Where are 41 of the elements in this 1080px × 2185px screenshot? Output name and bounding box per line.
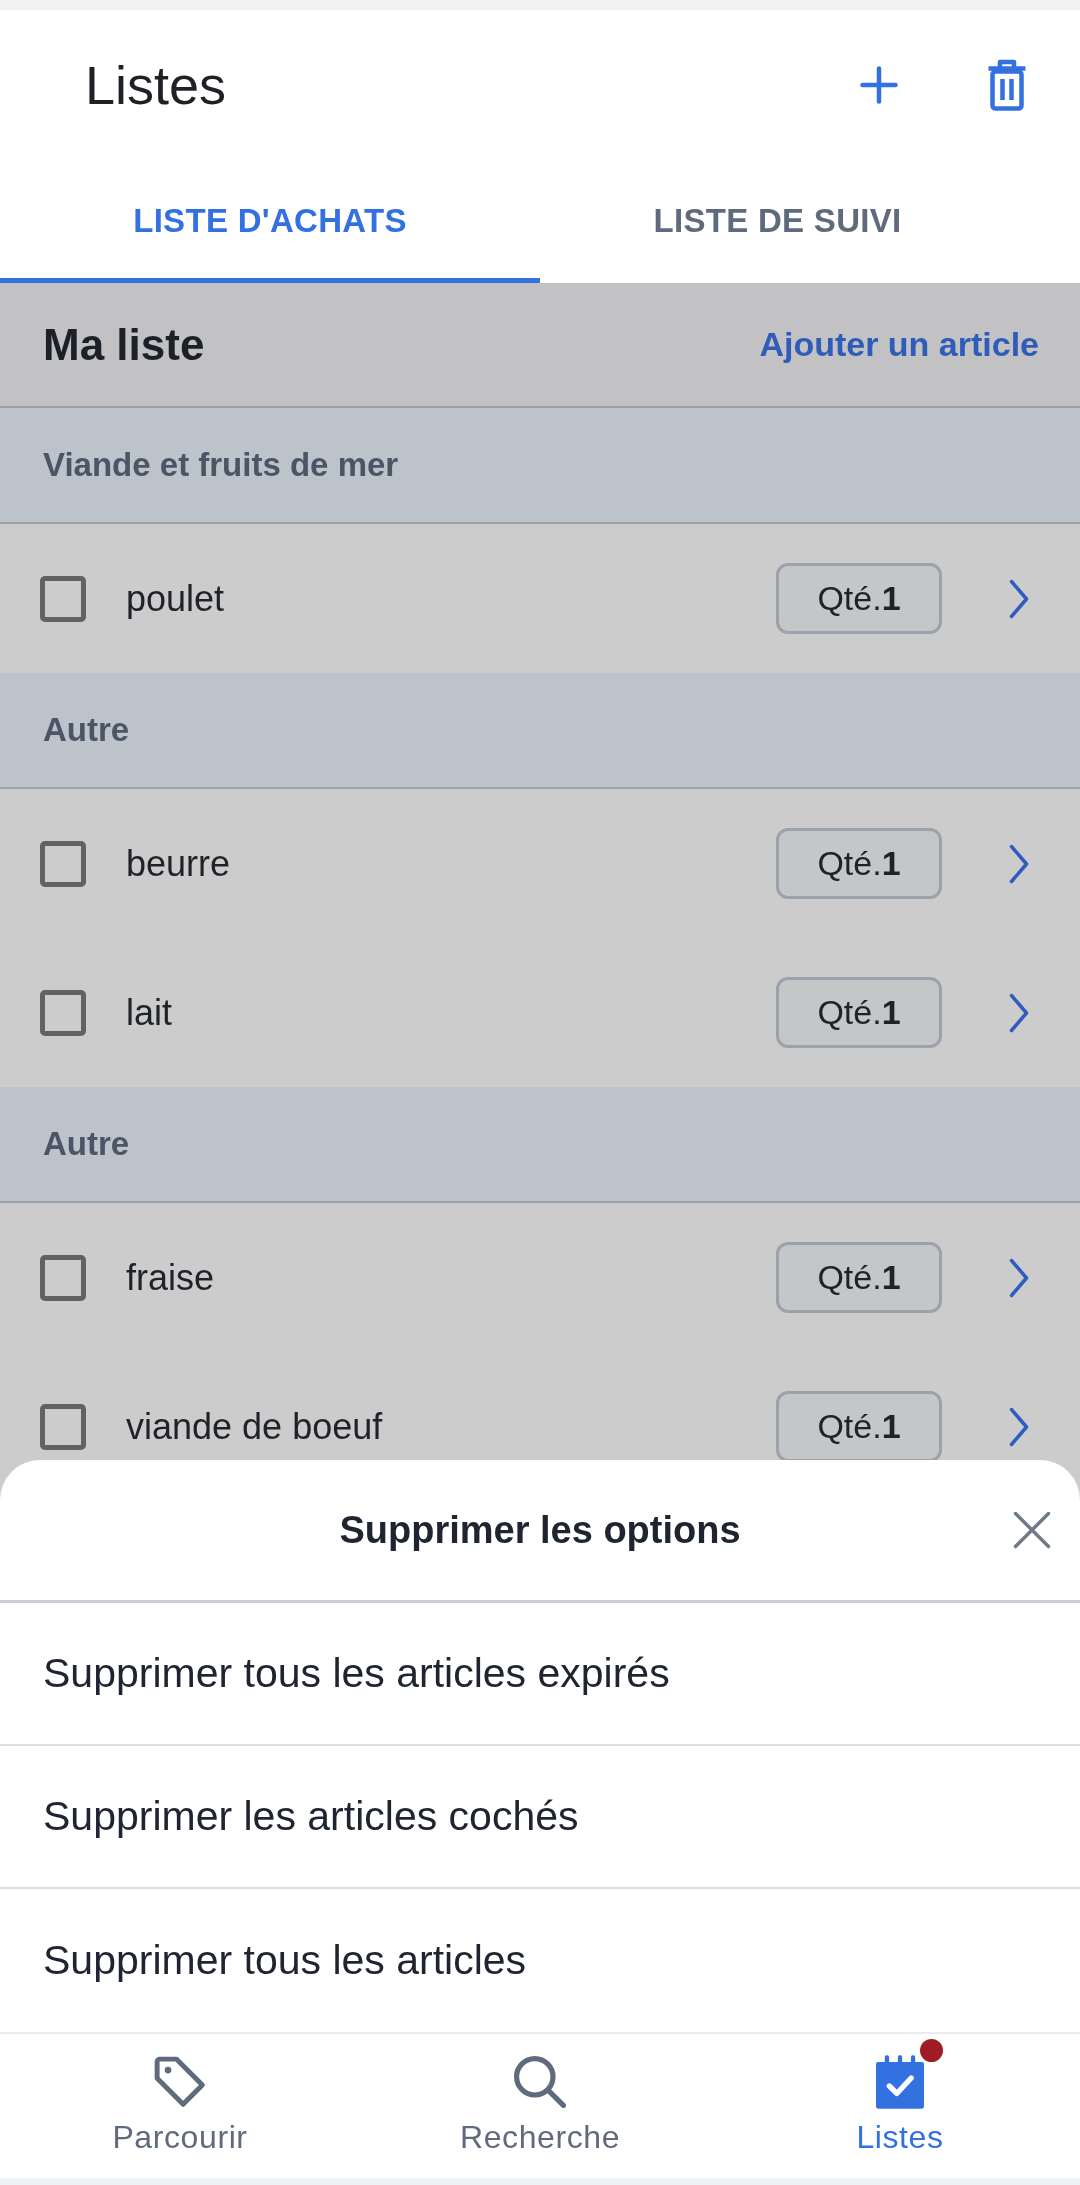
list-title: Ma liste [43,319,205,370]
checkbox[interactable] [40,1403,86,1450]
checkbox[interactable] [40,840,86,887]
item-name: viande de boeuf [126,1405,384,1448]
checkbox[interactable] [40,1254,86,1301]
list-item-row[interactable]: poulet Qté.1 [0,524,1080,673]
sheet-title: Supprimer les options [339,1508,741,1552]
tab[interactable]: LISTE DE SUIVI [540,160,1015,283]
chevron-right-icon[interactable] [1009,1257,1029,1298]
search-icon [514,2056,566,2108]
category-header: Viande et fruits de mer [0,408,1080,524]
checkbox[interactable] [40,575,86,622]
chevron-right-icon[interactable] [1009,992,1029,1033]
quantity-button[interactable]: Qté.1 [776,1242,942,1313]
trash-icon [986,59,1028,111]
quantity-button[interactable]: Qté.1 [776,828,942,899]
quantity-button[interactable]: Qté.1 [776,977,942,1048]
checkbox[interactable] [40,989,86,1036]
item-name: poulet [126,577,226,620]
list-item-row[interactable]: lait Qté.1 [0,938,1080,1087]
quantity-button[interactable]: Qté.1 [776,563,942,634]
tag-icon [154,2056,206,2108]
list-item-row[interactable]: fraise Qté.1 [0,1203,1080,1352]
plus-icon [860,66,898,104]
add-item-link[interactable]: Ajouter un article [759,325,1039,364]
chevron-right-icon[interactable] [1009,578,1029,619]
calendar-check-icon [876,2055,924,2109]
item-name: beurre [126,842,232,885]
chevron-right-icon[interactable] [1009,1406,1029,1447]
close-icon [1013,1511,1051,1549]
list-item-row[interactable]: beurre Qté.1 [0,789,1080,938]
quantity-button[interactable]: Qté.1 [776,1391,942,1462]
item-name: lait [126,991,174,1034]
nav-item[interactable]: Parcourir [0,2034,360,2178]
chevron-right-icon[interactable] [1009,843,1029,884]
category-header: Autre [0,1087,1080,1203]
category-header: Autre [0,673,1080,789]
nav-item[interactable]: Listes [720,2034,1080,2178]
screen-title: Listes [85,54,228,116]
nav-item[interactable]: Recherche [360,2034,720,2178]
item-name: fraise [126,1256,216,1299]
